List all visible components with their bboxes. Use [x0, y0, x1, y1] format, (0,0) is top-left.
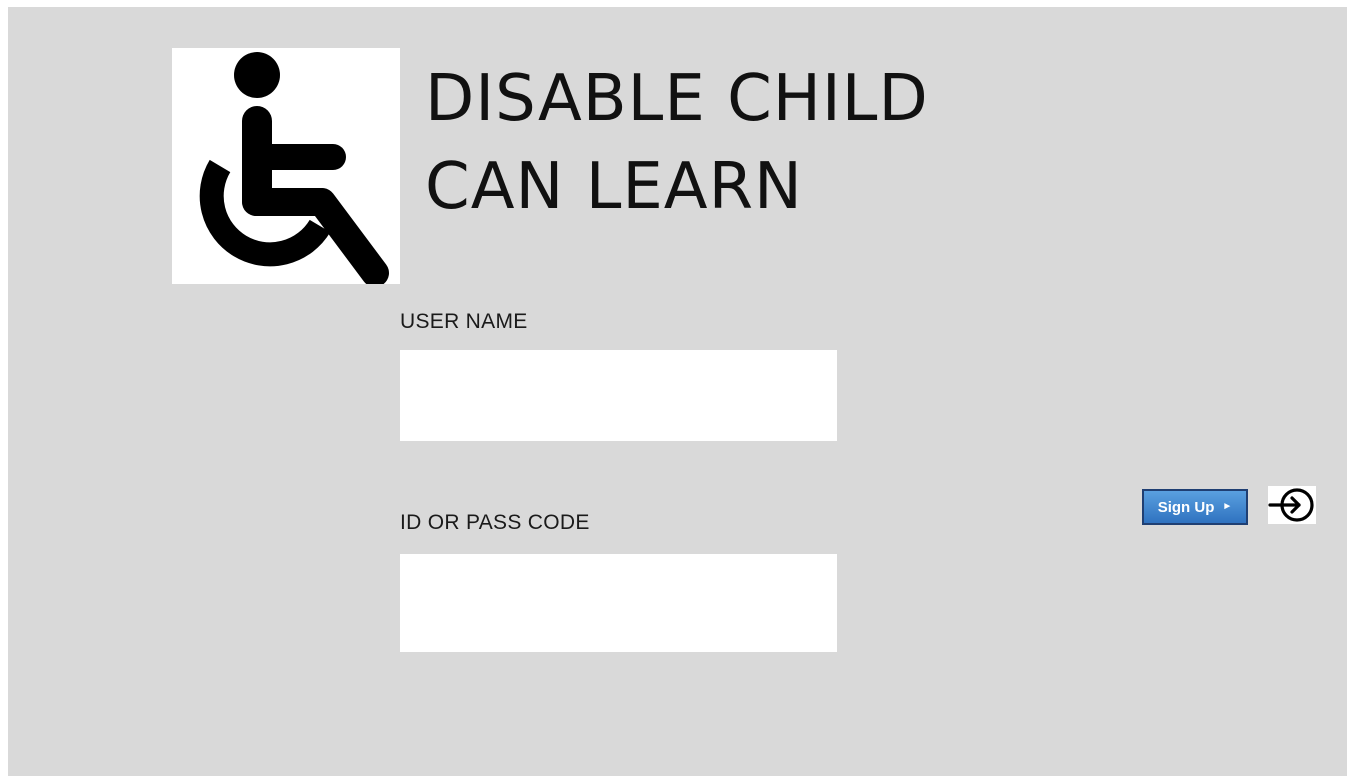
passcode-label: ID OR PASS CODE	[400, 511, 590, 534]
username-label: USER NAME	[400, 310, 528, 333]
signup-button[interactable]: Sign Up ►	[1142, 489, 1248, 525]
login-icon[interactable]	[1268, 486, 1316, 524]
username-input[interactable]	[400, 350, 837, 441]
signup-button-label: Sign Up	[1157, 498, 1215, 516]
page-title: DISABLE CHILD CAN LEARN	[425, 55, 929, 231]
wheelchair-logo	[172, 48, 400, 284]
passcode-input[interactable]	[400, 554, 837, 652]
play-arrow-icon: ►	[1222, 501, 1233, 512]
title-line-2: CAN LEARN	[425, 150, 803, 224]
wheelchair-icon	[199, 52, 389, 284]
title-line-1: DISABLE CHILD	[425, 62, 929, 136]
